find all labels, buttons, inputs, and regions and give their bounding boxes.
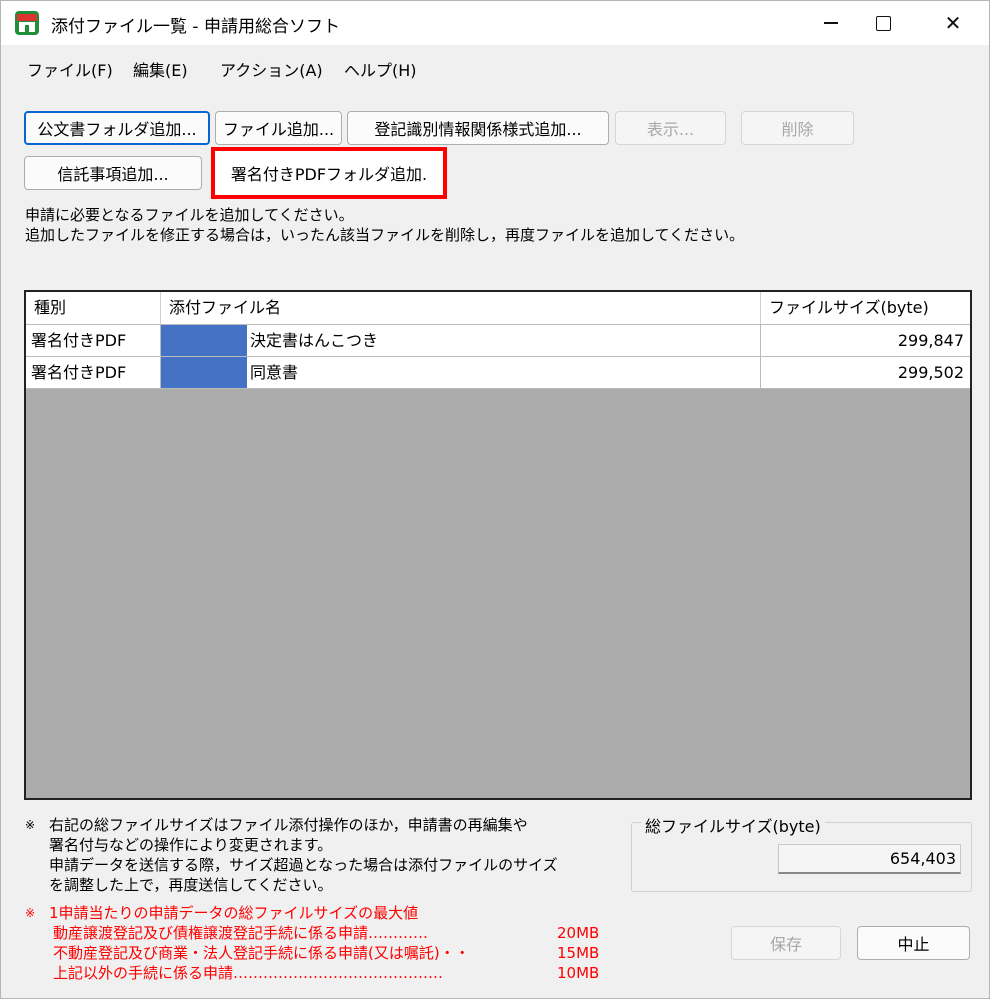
note-line: 右記の総ファイルサイズはファイル添付操作のほか，申請書の再編集や	[49, 816, 528, 834]
cell-filesize: 299,502	[897, 363, 964, 382]
limit-value: 10MB	[557, 964, 600, 982]
total-size-label: 総ファイルサイズ(byte)	[641, 813, 825, 837]
add-official-document-folder-button[interactable]: 公文書フォルダ追加...	[24, 111, 210, 145]
menu-edit[interactable]: 編集(E)	[133, 57, 188, 81]
note-line: 申請データを送信する際，サイズ超過となった場合は添付ファイルのサイズ	[49, 856, 558, 874]
add-registration-id-form-button[interactable]: 登記識別情報関係様式追加...	[347, 111, 609, 145]
app-house-icon	[15, 11, 39, 35]
maximize-icon	[875, 15, 891, 31]
limit-value: 20MB	[557, 924, 600, 942]
limit-label: 動産譲渡登記及び債権譲渡登記手続に係る申請…………	[53, 924, 429, 942]
note-line: 署名付与などの操作により変更されます。	[49, 836, 333, 854]
table-row[interactable]: 署名付きPDF 決定書はんこつき 299,847	[26, 325, 970, 357]
instruction-line-2: 追加したファイルを修正する場合は，いったん該当ファイルを削除し，再度ファイルを追…	[25, 226, 745, 244]
menu-action[interactable]: アクション(A)	[220, 57, 323, 81]
table-row[interactable]: 署名付きPDF 同意書 299,502	[26, 357, 970, 389]
limit-item: 動産譲渡登記及び債権譲渡登記手続に係る申請………… 20MB	[49, 923, 599, 943]
window-title: 添付ファイル一覧 - 申請用総合ソフト	[51, 17, 340, 37]
close-button[interactable]: ✕	[923, 1, 983, 45]
cell-type: 署名付きPDF	[26, 325, 161, 356]
limit-label: 不動産登記及び商業・法人登記手続に係る申請(又は嘱託)・・	[53, 944, 470, 962]
close-icon: ✕	[944, 11, 962, 35]
cell-filename: 決定書はんこつき	[248, 325, 761, 356]
redacted-region	[161, 357, 247, 388]
menu-help[interactable]: ヘルプ(H)	[344, 57, 417, 81]
cell-filesize: 299,847	[897, 331, 964, 350]
attachment-list-window: 添付ファイル一覧 - 申請用総合ソフト ✕ ファイル(F) 編集(E) アクショ…	[0, 0, 990, 999]
add-signed-pdf-folder-button[interactable]: 署名付きPDFフォルダ追加.	[215, 151, 443, 195]
add-trust-item-button[interactable]: 信託事項追加...	[24, 156, 202, 190]
menu-file[interactable]: ファイル(F)	[27, 57, 113, 81]
delete-button[interactable]: 削除	[741, 111, 854, 145]
instructions: 申請に必要となるファイルを追加してください。 追加したファイルを修正する場合は，…	[25, 205, 744, 245]
column-header-type[interactable]: 種別	[26, 292, 161, 324]
redacted-region	[161, 325, 247, 356]
column-header-filename[interactable]: 添付ファイル名	[161, 292, 761, 324]
limit-label: 上記以外の手続に係る申請……………………………………	[53, 964, 444, 982]
title-bar[interactable]: 添付ファイル一覧 - 申請用総合ソフト ✕	[1, 1, 989, 45]
limit-item: 上記以外の手続に係る申請…………………………………… 10MB	[49, 963, 599, 983]
save-button[interactable]: 保存	[731, 926, 841, 960]
note-mark: ※	[25, 818, 36, 832]
limit-item: 不動産登記及び商業・法人登記手続に係る申請(又は嘱託)・・ 15MB	[49, 943, 599, 963]
cell-filename: 同意書	[248, 357, 761, 388]
add-file-button[interactable]: ファイル追加...	[215, 111, 342, 145]
note-line: を調整した上で，再度送信してください。	[49, 876, 333, 894]
limits-mark: ※	[25, 906, 36, 920]
maximize-button[interactable]	[853, 1, 913, 45]
table-header: 種別 添付ファイル名 ファイルサイズ(byte)	[26, 292, 970, 325]
limits-heading: 1申請当たりの申請データの総ファイルサイズの最大値	[49, 904, 419, 922]
total-size-field: 654,403	[778, 844, 961, 874]
instruction-line-1: 申請に必要となるファイルを追加してください。	[25, 206, 354, 224]
minimize-icon	[824, 22, 838, 24]
attachment-table[interactable]: 種別 添付ファイル名 ファイルサイズ(byte) 署名付きPDF 決定書はんこつ…	[24, 290, 972, 800]
menu-bar: ファイル(F) 編集(E) アクション(A) ヘルプ(H)	[1, 45, 989, 89]
limit-value: 15MB	[557, 944, 600, 962]
view-button[interactable]: 表示...	[615, 111, 726, 145]
cell-type: 署名付きPDF	[26, 357, 161, 388]
signed-pdf-folder-highlight: 署名付きPDFフォルダ追加.	[211, 147, 447, 199]
column-header-filesize[interactable]: ファイルサイズ(byte)	[761, 292, 970, 324]
cancel-button[interactable]: 中止	[857, 926, 970, 960]
minimize-button[interactable]	[801, 1, 861, 45]
